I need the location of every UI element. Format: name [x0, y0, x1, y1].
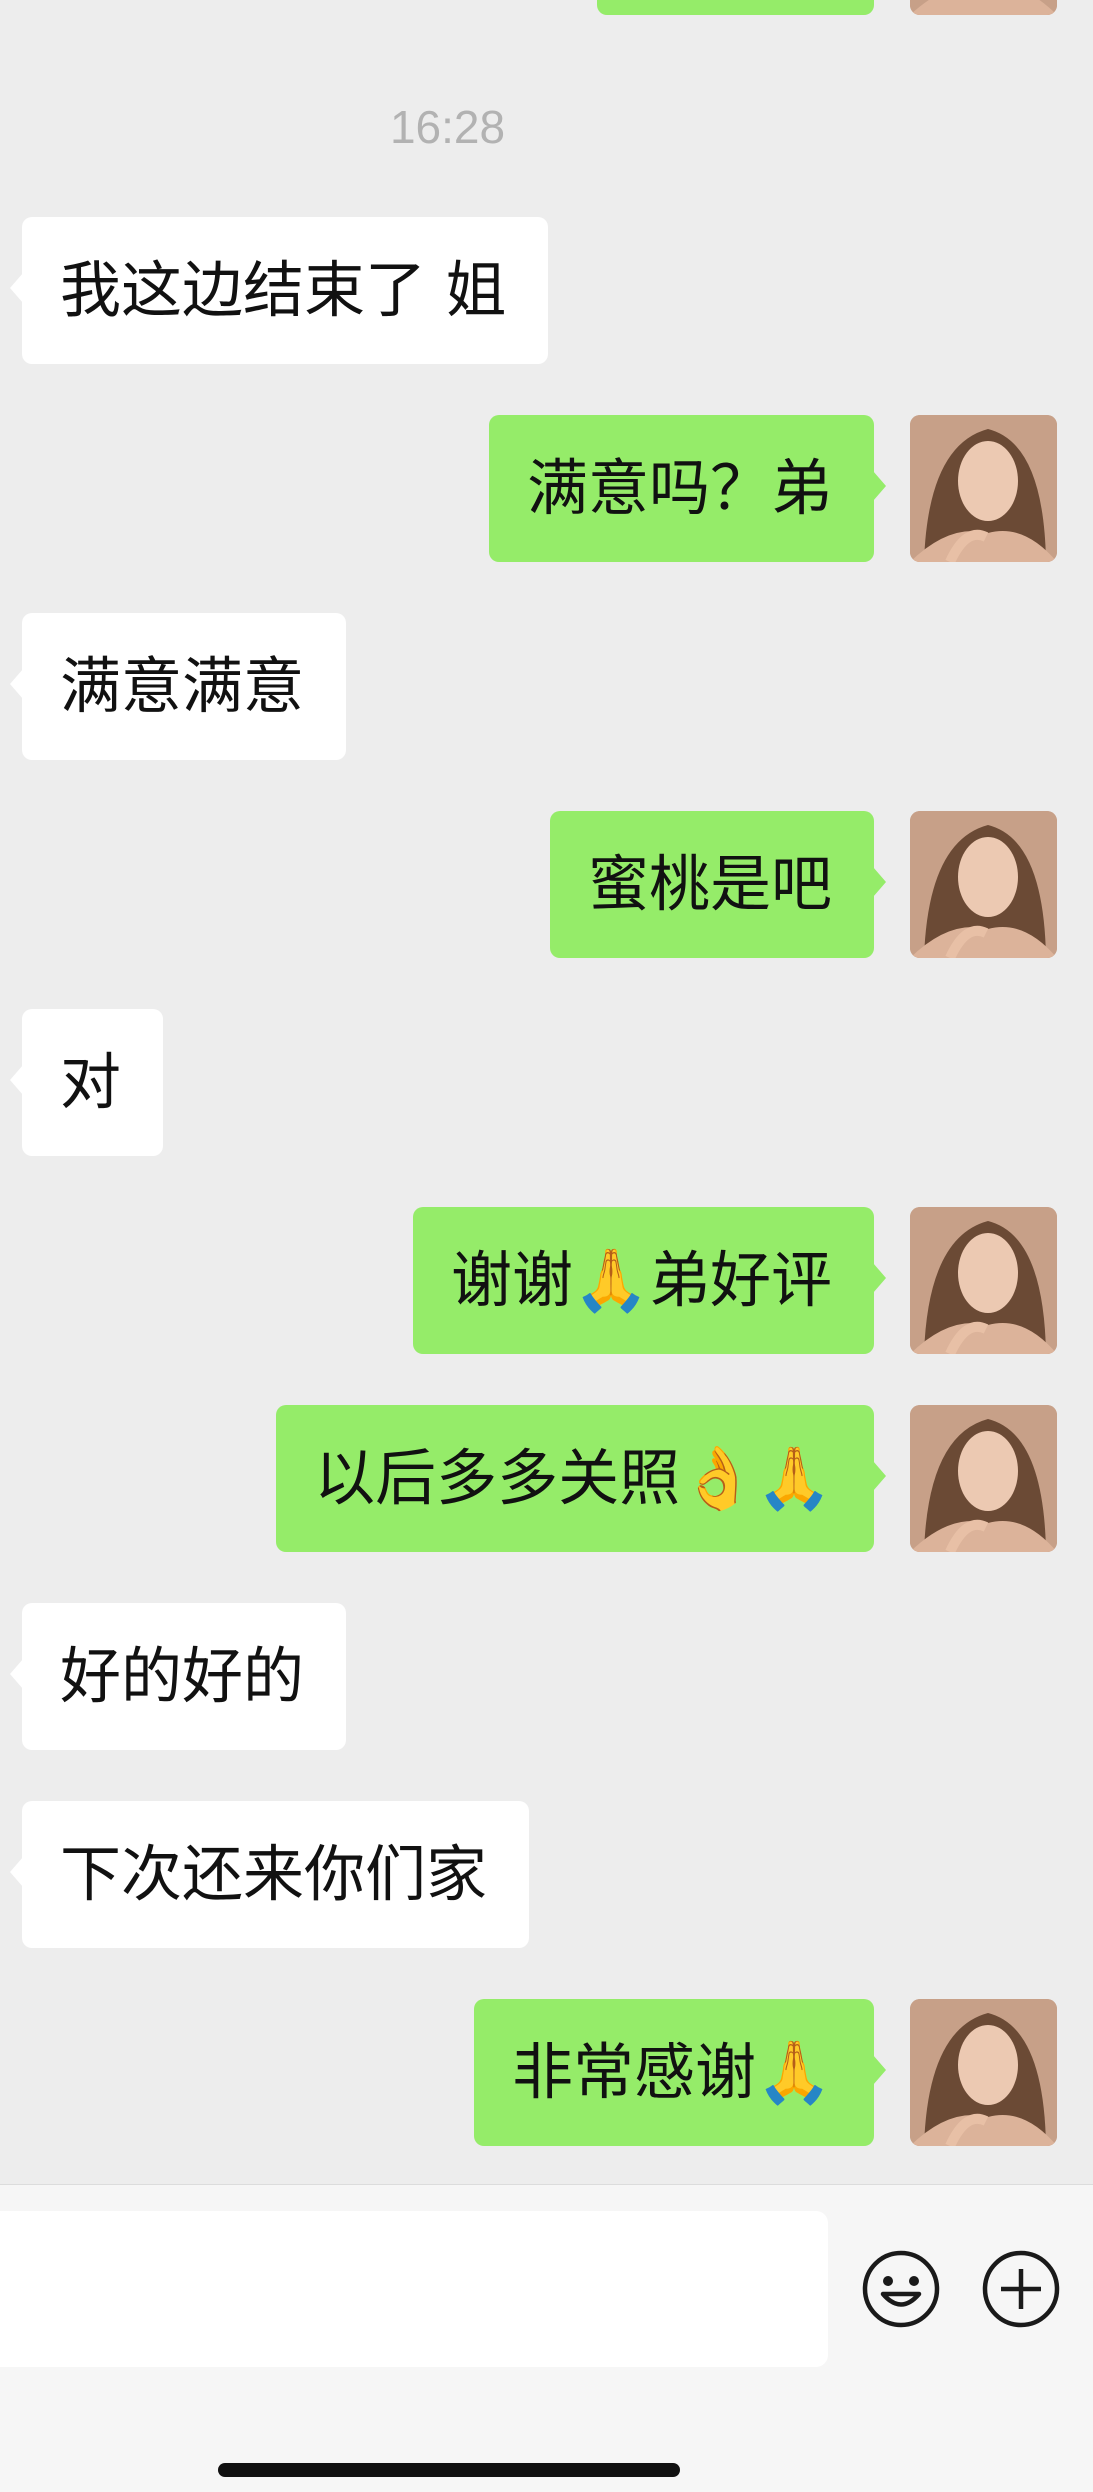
chat-area[interactable]: 16:28 我这边结束了 姐 满意吗？弟 满意满意 蜜桃是吧 对 谢谢🙏弟好评 … [0, 0, 1093, 2184]
avatar[interactable] [910, 1999, 1057, 2146]
incoming-message[interactable]: 下次还来你们家 [9, 1801, 530, 1948]
avatar[interactable] [910, 811, 1057, 958]
avatar[interactable] [910, 1405, 1057, 1552]
incoming-message[interactable]: 我这边结束了 姐 [9, 217, 549, 364]
input-toolbar [0, 2184, 1093, 2492]
avatar[interactable] [910, 1207, 1057, 1354]
outgoing-message[interactable]: 满意吗？弟 [488, 415, 887, 562]
incoming-message[interactable]: 好的好的 [9, 1603, 347, 1750]
message-timestamp: 16:28 [389, 101, 506, 153]
avatar[interactable] [910, 0, 1057, 15]
outgoing-message[interactable]: 以后多多关照👌🙏 [276, 1405, 886, 1552]
message-input[interactable] [0, 2211, 828, 2367]
home-indicator [218, 2463, 680, 2477]
emoji-smile-icon[interactable] [861, 2249, 941, 2329]
avatar[interactable] [910, 415, 1057, 562]
outgoing-message[interactable]: 蜜桃是吧 [549, 811, 887, 958]
outgoing-bubble-partial [597, 0, 874, 15]
outgoing-message[interactable]: 非常感谢🙏 [474, 1999, 886, 2146]
incoming-message[interactable]: 满意满意 [9, 613, 347, 760]
incoming-message[interactable]: 对 [9, 1009, 164, 1156]
plus-circle-icon[interactable] [981, 2249, 1061, 2329]
outgoing-message[interactable]: 谢谢🙏弟好评 [413, 1207, 886, 1354]
